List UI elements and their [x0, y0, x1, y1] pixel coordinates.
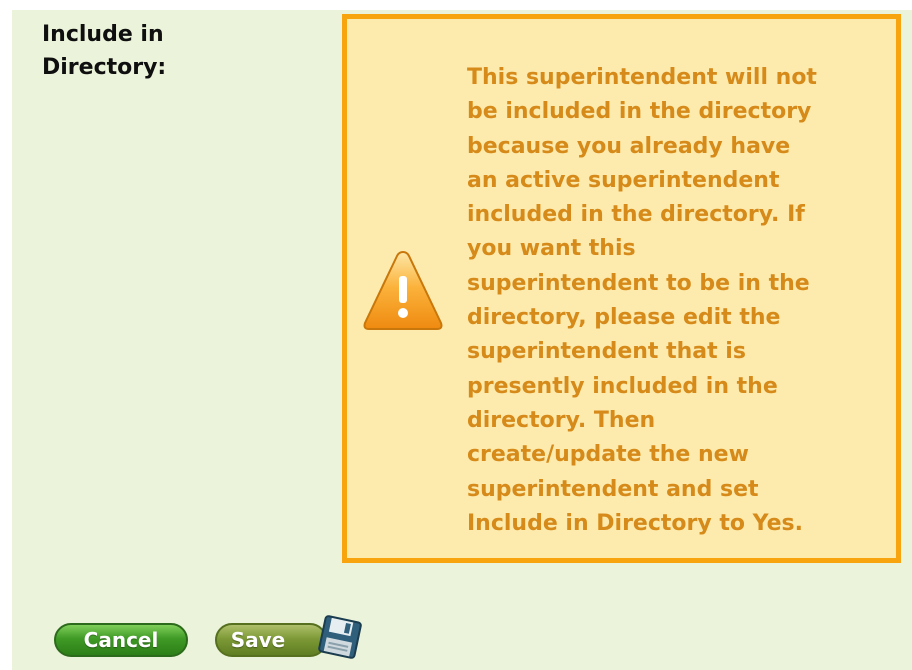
cancel-button[interactable]: Cancel [54, 623, 188, 657]
save-button[interactable]: Save [215, 623, 327, 657]
warning-triangle-icon [363, 250, 443, 330]
directory-warning-box: This superintendent will not be included… [342, 14, 901, 563]
floppy-disk-icon[interactable] [316, 614, 364, 660]
include-in-directory-label: Include in Directory: [42, 22, 167, 80]
warning-message: This superintendent will not be included… [467, 65, 817, 536]
form-panel: Include in Directory: This superintenden… [12, 10, 912, 670]
